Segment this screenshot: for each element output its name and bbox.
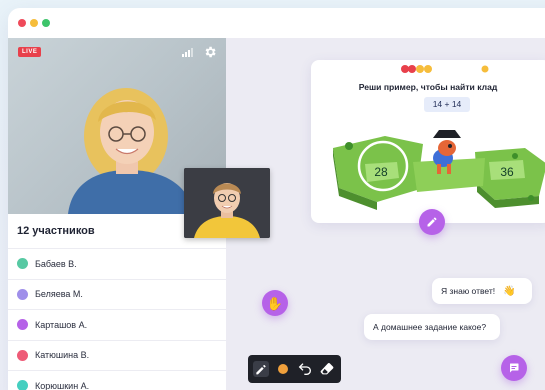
chat-message-text: А домашнее задание какое?: [373, 322, 487, 332]
task-example: 14 + 14: [424, 97, 470, 112]
chat-message: А домашнее задание какое?: [364, 314, 500, 340]
pencil-icon: [427, 217, 437, 227]
raise-hand-button[interactable]: ✋: [262, 290, 288, 316]
participant-item[interactable]: Карташов А.: [8, 309, 226, 340]
chat-button[interactable]: [501, 355, 527, 381]
participants-count: 12 участников: [17, 225, 95, 237]
participant-item[interactable]: Бабаев В.: [8, 248, 226, 279]
participant-name: Катюшина В.: [35, 350, 90, 361]
maximize-window-dot[interactable]: [42, 19, 50, 27]
live-badge: LIVE: [18, 47, 42, 57]
task-title: Реши пример, чтобы найти клад: [358, 82, 498, 92]
progress-indicator: [401, 65, 489, 73]
avatar: [17, 380, 28, 390]
participant-item[interactable]: Беляева М.: [8, 278, 226, 310]
chat-icon: [510, 363, 519, 373]
task-card: Реши пример, чтобы найти клад 14 + 14 28…: [311, 60, 545, 223]
avatar: [17, 349, 28, 361]
eraser-icon[interactable]: [319, 361, 335, 377]
participant-name: Корюшкин А.: [35, 380, 90, 390]
signal-bars-icon: [182, 48, 194, 57]
chat-message: Я знаю ответ! 👋: [432, 278, 532, 304]
participant-name: Бабаев В.: [35, 258, 77, 269]
minimize-window-dot[interactable]: [30, 19, 38, 27]
answer-option[interactable]: 36: [500, 165, 514, 179]
participant-name: Карташов А.: [35, 319, 88, 330]
hand-icon: ✋: [266, 295, 284, 311]
color-dot-icon[interactable]: [275, 361, 291, 377]
participant-name: Беляева М.: [35, 289, 83, 300]
close-window-dot[interactable]: [18, 19, 26, 27]
chat-message-text: Я знаю ответ!: [441, 286, 496, 296]
participant-item[interactable]: Катюшина В.: [8, 339, 226, 371]
window-titlebar: [8, 8, 545, 38]
avatar: [17, 258, 28, 270]
pen-icon[interactable]: [253, 361, 269, 377]
pencil-button[interactable]: [419, 209, 445, 235]
answer-option[interactable]: 28: [374, 165, 388, 179]
participant-item[interactable]: Корюшкин А.: [8, 370, 226, 390]
treasure-game-scene: 28 36: [333, 130, 545, 210]
drawing-toolbar: [248, 355, 341, 383]
avatar: [17, 288, 28, 300]
gear-icon[interactable]: [203, 45, 217, 59]
student-video[interactable]: [184, 168, 270, 238]
hand-emoji-icon: 👋: [503, 285, 516, 297]
avatar: [17, 319, 28, 331]
student-avatar-illustration: [184, 168, 270, 238]
undo-icon[interactable]: [297, 361, 313, 377]
participants-list: Бабаев В. Беляева М. Карташов А. Катюшин…: [8, 248, 226, 390]
